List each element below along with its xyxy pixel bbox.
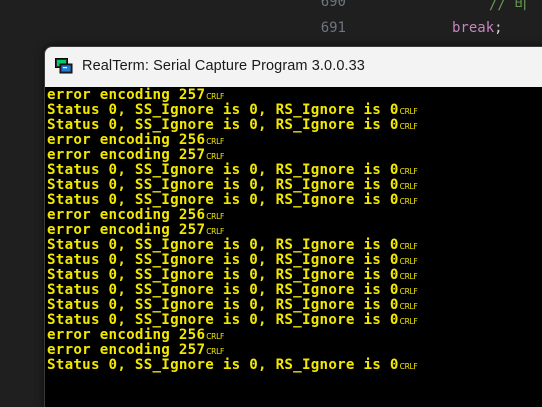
crlf-marker: CRLF bbox=[399, 287, 418, 296]
terminal-line: Status 0, SS_Ignore is 0, RS_Ignore is 0… bbox=[47, 177, 418, 193]
terminal-line: Status 0, SS_Ignore is 0, RS_Ignore is 0… bbox=[47, 162, 418, 178]
line-number: 690 bbox=[320, 0, 346, 10]
terminal-line-text: Status 0, SS_Ignore is 0, RS_Ignore is 0 bbox=[47, 177, 399, 193]
terminal-line-text: error encoding 256 bbox=[47, 327, 206, 343]
break-keyword: break bbox=[452, 20, 495, 36]
terminal-line-text: Status 0, SS_Ignore is 0, RS_Ignore is 0 bbox=[47, 102, 399, 118]
crlf-marker: CRLF bbox=[399, 362, 418, 371]
terminal-line: error encoding 257CRLF bbox=[47, 223, 224, 238]
terminal-line-text: Status 0, SS_Ignore is 0, RS_Ignore is 0 bbox=[47, 237, 399, 253]
realterm-app-icon[interactable] bbox=[55, 58, 73, 74]
crlf-marker: CRLF bbox=[399, 317, 418, 326]
terminal-line: Status 0, SS_Ignore is 0, RS_Ignore is 0… bbox=[47, 192, 418, 208]
crlf-marker: CRLF bbox=[206, 227, 224, 236]
terminal-line-text: Status 0, SS_Ignore is 0, RS_Ignore is 0 bbox=[47, 282, 399, 298]
desktop: 690 691 // 비 break; RealTerm: Serial Cap… bbox=[0, 0, 542, 407]
terminal-line: Status 0, SS_Ignore is 0, RS_Ignore is 0… bbox=[47, 252, 418, 268]
crlf-marker: CRLF bbox=[399, 302, 418, 311]
crlf-marker: CRLF bbox=[399, 182, 418, 191]
terminal-line-text: error encoding 256 bbox=[47, 132, 206, 148]
realterm-window[interactable]: RealTerm: Serial Capture Program 3.0.0.3… bbox=[44, 46, 542, 407]
terminal-line-text: Status 0, SS_Ignore is 0, RS_Ignore is 0 bbox=[47, 117, 399, 133]
crlf-marker: CRLF bbox=[206, 212, 224, 221]
terminal-output[interactable]: error encoding 257CRLF Status 0, SS_Ignor… bbox=[45, 87, 542, 407]
code-break-statement: break; bbox=[452, 20, 503, 36]
crlf-marker: CRLF bbox=[206, 347, 224, 356]
code-comment: // 비 bbox=[489, 0, 528, 13]
window-titlebar[interactable]: RealTerm: Serial Capture Program 3.0.0.3… bbox=[45, 47, 542, 87]
crlf-marker: CRLF bbox=[399, 272, 418, 281]
crlf-marker: CRLF bbox=[399, 122, 418, 131]
terminal-line-text: error encoding 256 bbox=[47, 207, 206, 223]
terminal-line-text: Status 0, SS_Ignore is 0, RS_Ignore is 0 bbox=[47, 312, 399, 328]
terminal-line: Status 0, SS_Ignore is 0, RS_Ignore is 0… bbox=[47, 117, 418, 133]
line-number: 691 bbox=[320, 20, 346, 36]
terminal-line: error encoding 257CRLF bbox=[47, 88, 224, 103]
crlf-marker: CRLF bbox=[399, 107, 418, 116]
terminal-line-text: Status 0, SS_Ignore is 0, RS_Ignore is 0 bbox=[47, 297, 399, 313]
terminal-line-text: Status 0, SS_Ignore is 0, RS_Ignore is 0 bbox=[47, 162, 399, 178]
terminal-line-text: Status 0, SS_Ignore is 0, RS_Ignore is 0 bbox=[47, 252, 399, 268]
terminal-line-text: Status 0, SS_Ignore is 0, RS_Ignore is 0 bbox=[47, 192, 399, 208]
terminal-line: Status 0, SS_Ignore is 0, RS_Ignore is 0… bbox=[47, 282, 418, 298]
crlf-marker: CRLF bbox=[399, 197, 418, 206]
crlf-marker: CRLF bbox=[206, 332, 224, 341]
terminal-line-text: Status 0, SS_Ignore is 0, RS_Ignore is 0 bbox=[47, 267, 399, 283]
crlf-marker: CRLF bbox=[206, 152, 224, 161]
window-title: RealTerm: Serial Capture Program 3.0.0.3… bbox=[82, 58, 365, 74]
crlf-marker: CRLF bbox=[206, 92, 224, 101]
terminal-line: Status 0, SS_Ignore is 0, RS_Ignore is 0… bbox=[47, 297, 418, 313]
terminal-line: Status 0, SS_Ignore is 0, RS_Ignore is 0… bbox=[47, 357, 418, 373]
terminal-line-text: Status 0, SS_Ignore is 0, RS_Ignore is 0 bbox=[47, 357, 399, 373]
terminal-line: Status 0, SS_Ignore is 0, RS_Ignore is 0… bbox=[47, 312, 418, 328]
terminal-line: error encoding 256CRLF bbox=[47, 133, 224, 148]
terminal-line-text: error encoding 257 bbox=[47, 87, 206, 103]
terminal-line: error encoding 256CRLF bbox=[47, 328, 224, 343]
terminal-line: Status 0, SS_Ignore is 0, RS_Ignore is 0… bbox=[47, 237, 418, 253]
terminal-line: error encoding 256CRLF bbox=[47, 208, 224, 223]
crlf-marker: CRLF bbox=[399, 242, 418, 251]
terminal-line-text: error encoding 257 bbox=[47, 342, 206, 358]
terminal-line: Status 0, SS_Ignore is 0, RS_Ignore is 0… bbox=[47, 267, 418, 283]
terminal-line: error encoding 257CRLF bbox=[47, 148, 224, 163]
terminal-line: Status 0, SS_Ignore is 0, RS_Ignore is 0… bbox=[47, 102, 418, 118]
crlf-marker: CRLF bbox=[206, 137, 224, 146]
terminal-line-text: error encoding 257 bbox=[47, 147, 206, 163]
semicolon: ; bbox=[494, 20, 503, 36]
terminal-line: error encoding 257CRLF bbox=[47, 343, 224, 358]
crlf-marker: CRLF bbox=[399, 167, 418, 176]
terminal-line-text: error encoding 257 bbox=[47, 222, 206, 238]
crlf-marker: CRLF bbox=[399, 257, 418, 266]
